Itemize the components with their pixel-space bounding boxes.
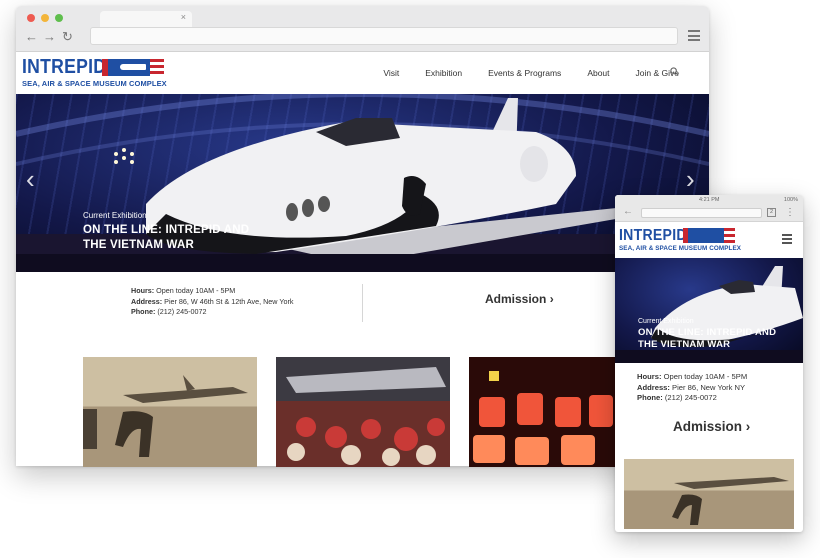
battery-indicator: 100%	[783, 197, 798, 203]
visitor-info: Hours: Open today 10AM - 5PM Address: Pi…	[637, 372, 747, 404]
thumbnail-carrier-deck[interactable]	[83, 357, 257, 467]
hours-value: Open today 10AM - 5PM	[156, 286, 236, 295]
visitor-info: Hours: Open today 10AM - 5PM Address: Pi…	[131, 286, 293, 318]
simulator-seats-image	[473, 371, 613, 465]
thumbnail-carrier-deck[interactable]	[624, 459, 794, 529]
jet-on-deck-image	[672, 477, 789, 525]
chevron-right-icon: ›	[549, 292, 554, 306]
museum-visitors-image	[286, 367, 446, 466]
chevron-right-icon: ›	[745, 419, 751, 434]
hero-carousel[interactable]: ‹ › Current Exhibition ON THE LINE: INTR…	[16, 94, 709, 272]
address-value[interactable]: Pier 86, New York NY	[672, 383, 745, 392]
mobile-status-bar: 4:21 PM 100%	[615, 195, 803, 205]
nav-item-exhibition[interactable]: Exhibition	[425, 68, 462, 78]
mobile-visitor-info: Hours: Open today 10AM - 5PM Address: Pi…	[615, 363, 803, 453]
main-nav: Visit Exhibition Events & Programs About…	[383, 68, 679, 78]
site-header: INTREPID SEA, AIR & SPACE MUSEUM COMPLEX…	[16, 52, 709, 94]
hamburger-icon[interactable]	[688, 30, 700, 41]
maximize-window-button[interactable]	[55, 14, 63, 22]
hours-value: Open today 10AM - 5PM	[663, 372, 748, 381]
hours-label: Hours:	[131, 286, 155, 295]
phone-value[interactable]: (212) 245-0072	[665, 393, 717, 402]
logo-subtitle: SEA, AIR & SPACE MUSEUM COMPLEX	[22, 79, 167, 88]
browser-chrome: × ← → ↻	[16, 6, 709, 52]
phone-label: Phone:	[131, 307, 156, 316]
arrow-left-icon[interactable]: ←	[25, 30, 38, 44]
logo-wordmark: INTREPID	[619, 227, 687, 244]
close-window-button[interactable]	[27, 14, 35, 22]
admission-label: Admission	[485, 292, 547, 306]
hamburger-icon[interactable]	[782, 234, 792, 246]
nav-item-visit[interactable]: Visit	[383, 68, 399, 78]
jet-on-deck-image	[83, 375, 248, 457]
hero-caption: Current Exhibition ON THE LINE: INTREPID…	[638, 318, 778, 350]
address-bar[interactable]	[90, 27, 678, 45]
hero-caption: Current Exhibition ON THE LINE: INTREPID…	[83, 211, 273, 253]
address-label: Address:	[131, 296, 163, 306]
hero-kicker: Current Exhibition	[83, 211, 147, 220]
device-mockup-stage: × ← → ↻ INTREPID SEA, AIR & SPACE MUSEUM…	[0, 0, 820, 558]
admission-link[interactable]: Admission ›	[673, 419, 750, 434]
address-label: Address:	[637, 382, 670, 392]
logo-subtitle: SEA, AIR & SPACE MUSEUM COMPLEX	[619, 245, 742, 252]
intrepid-logo[interactable]: INTREPID SEA, AIR & SPACE MUSEUM COMPLEX	[619, 227, 742, 253]
thumbnail-flight-simulator[interactable]	[469, 357, 617, 467]
search-icon[interactable]	[670, 67, 679, 76]
thumbnail-visitors-gallery[interactable]	[276, 357, 450, 467]
minimize-window-button[interactable]	[41, 14, 49, 22]
chevron-left-icon[interactable]: ‹	[26, 166, 35, 192]
admission-link[interactable]: Admission ›	[485, 292, 554, 306]
mobile-browser-bar: ← 2 ⋮	[615, 205, 803, 222]
tab-count-icon[interactable]: 2	[767, 208, 776, 217]
arrow-left-icon[interactable]: ←	[623, 206, 633, 217]
browser-tab[interactable]: ×	[100, 11, 192, 27]
phone-value[interactable]: (212) 245-0072	[157, 307, 206, 316]
admission-label: Admission	[673, 419, 743, 434]
mobile-hero[interactable]: Current Exhibition ON THE LINE: INTREPID…	[615, 258, 803, 363]
visitor-info-bar: Hours: Open today 10AM - 5PM Address: Pi…	[16, 272, 709, 356]
logo-flag-graphic	[102, 59, 164, 76]
more-vert-icon[interactable]: ⋮	[785, 205, 795, 220]
divider	[362, 284, 363, 322]
chevron-right-icon[interactable]: ›	[686, 166, 695, 192]
intrepid-logo[interactable]: INTREPID SEA, AIR & SPACE MUSEUM COMPLEX	[22, 57, 167, 88]
hero-title[interactable]: ON THE LINE: INTREPID AND THE VIETNAM WA…	[638, 327, 778, 350]
mobile-device-window: 4:21 PM 100% ← 2 ⋮ INTREPID SEA, AIR & S…	[615, 195, 803, 532]
logo-flag-graphic	[683, 228, 735, 243]
logo-wordmark: INTREPID	[22, 56, 107, 78]
hours-label: Hours:	[637, 372, 662, 381]
reload-icon[interactable]: ↻	[62, 30, 73, 44]
hero-kicker: Current Exhibition	[638, 318, 694, 325]
nav-item-events-programs[interactable]: Events & Programs	[488, 68, 561, 78]
nav-item-about[interactable]: About	[587, 68, 609, 78]
arrow-right-icon[interactable]: →	[43, 30, 56, 44]
address-value[interactable]: Pier 86, W 46th St & 12th Ave, New York	[164, 297, 293, 306]
phone-label: Phone:	[637, 393, 663, 402]
mobile-site-header: INTREPID SEA, AIR & SPACE MUSEUM COMPLEX	[615, 222, 803, 258]
close-icon[interactable]: ×	[181, 12, 186, 22]
mobile-address-bar[interactable]	[641, 208, 762, 218]
hero-title[interactable]: ON THE LINE: INTREPID AND THE VIETNAM WA…	[83, 223, 273, 253]
status-time: 4:21 PM	[699, 197, 720, 203]
